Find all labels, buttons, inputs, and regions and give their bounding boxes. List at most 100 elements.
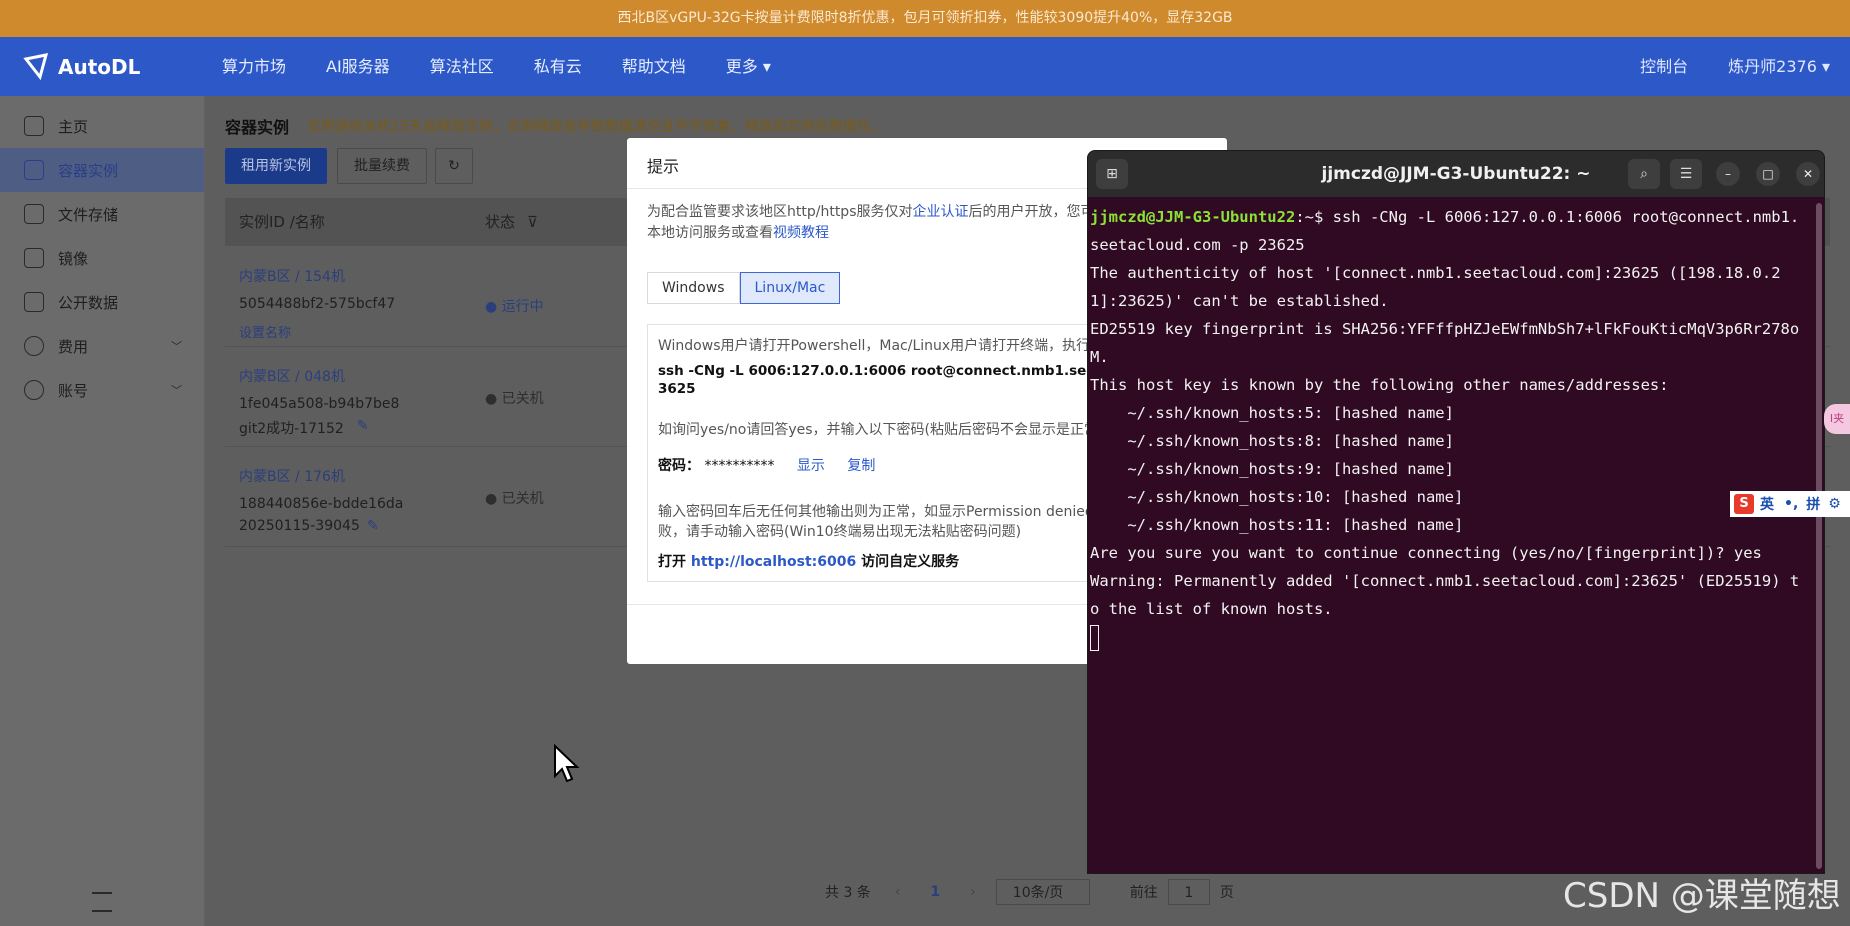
storage-icon [24,204,44,224]
chevron-down-icon: ﹀ [171,340,182,353]
nav-algo-community[interactable]: 算法社区 [430,37,494,96]
autodl-logo[interactable]: AutoDL [22,49,140,85]
edit-icon[interactable]: ✎ [367,518,379,534]
video-tutorial-link[interactable]: 视频教程 [773,225,829,241]
batch-renew-button[interactable]: 批量续费 [337,148,427,184]
open-text: 打开 [658,554,691,570]
dialog-title: 提示 [647,157,680,176]
output-line: The authenticity of host '[connect.nmb1.… [1090,264,1781,310]
maximize-icon[interactable]: □ [1756,162,1780,186]
image-icon [24,248,44,268]
cube-icon [24,160,44,180]
ime-toolbar[interactable]: S 英 •, 拼 ⚙ [1730,491,1850,517]
nav-console[interactable]: 控制台 [1640,37,1688,96]
enterprise-auth-link[interactable]: 企业认证 [913,204,969,220]
ime-punct-icon[interactable]: •, [1784,496,1798,512]
status-badge: ● 已关机 [485,491,544,507]
set-name-link[interactable]: 设置名称 [239,322,291,341]
goto-page-input[interactable]: 1 [1167,879,1210,905]
database-icon [24,292,44,312]
minimize-icon[interactable]: – [1716,162,1740,186]
goto-label: 前往 [1129,885,1158,901]
status-badge: ● 已关机 [485,391,544,407]
terminal-window[interactable]: ⊞ jjmczd@JJM-G3-Ubuntu22: ~ ⌕ ☰ – □ ✕ jj… [1087,150,1825,874]
ime-pinyin[interactable]: 拼 [1806,494,1820,514]
chevron-down-icon: ﹀ [171,384,182,397]
localhost-link[interactable]: http://localhost:6006 [691,554,856,570]
instance-id: 1fe045a508-b94b7be8 [239,396,400,412]
sidebar-label: 公开数据 [58,293,119,312]
open-text: 访问自定义服务 [856,554,960,570]
side-float-badge[interactable]: I夹 [1824,404,1850,434]
output-line: ~/.ssh/known_hosts:5: [hashed name] [1090,404,1454,422]
nav-compute-market[interactable]: 算力市场 [222,37,286,96]
nav-private-cloud[interactable]: 私有云 [534,37,582,96]
nav-help-docs[interactable]: 帮助文档 [622,37,686,96]
output-line: ~/.ssh/known_hosts:11: [hashed name] [1090,516,1464,534]
intro-text: 本地访问服务或查看 [647,225,773,241]
sidebar-item-account[interactable]: 账号 ﹀ [0,368,204,412]
os-tabs: Windows Linux/Mac [647,272,841,304]
note-line: 败，请手动输入密码(Win10终端易出现无法粘贴密码问题) [658,524,1022,540]
nav-more[interactable]: 更多 ▾ [726,37,771,96]
instance-region-link[interactable]: 内蒙B区 / 048机 [239,366,345,386]
output-line: ED25519 key fingerprint is SHA256:YFFffp… [1090,320,1800,366]
instance-name: git2成功-17152 [239,421,344,437]
password-value: ********** [704,458,775,474]
sidebar-item-public-data[interactable]: 公开数据 [0,280,204,324]
sidebar-item-storage[interactable]: 文件存储 [0,192,204,236]
output-line: ~/.ssh/known_hosts:8: [hashed name] [1090,432,1454,450]
next-page-icon[interactable]: › [970,884,976,900]
ime-lang[interactable]: 英 [1760,494,1774,514]
copy-password-link[interactable]: 复制 [847,458,875,474]
tab-windows[interactable]: Windows [647,272,740,304]
ssh-command[interactable]: ssh -CNg -L 6006:127.0.0.1:6006 root@con… [658,363,1152,379]
password-hint: 如询问yes/no请回答yes，并输入以下密码(粘贴后密码不会显示是正常 [658,422,1099,438]
sidebar: 主页 容器实例 文件存储 镜像 公开数据 费用 ﹀ 账号 ﹀ [0,96,205,926]
collapse-sidebar-icon[interactable] [92,892,112,912]
close-icon[interactable]: ✕ [1796,162,1820,186]
prompt-path: :~$ [1295,208,1333,226]
instance-region-link[interactable]: 内蒙B区 / 154机 [239,266,345,286]
total-count: 共 3 条 [825,885,871,901]
home-icon [24,116,44,136]
release-warning: 实例连续关机15天会释放实例，实例释放会导致数据清空且不可恢复，释放前实例在数据… [307,119,885,135]
top-navbar: AutoDL 算力市场 AI服务器 算法社区 私有云 帮助文档 更多 ▾ 控制台… [0,37,1850,96]
logo-icon [23,53,49,81]
sidebar-item-home[interactable]: 主页 [0,104,204,148]
output-line: ~/.ssh/known_hosts:9: [hashed name] [1090,460,1454,478]
nav-ai-server[interactable]: AI服务器 [326,37,390,96]
sidebar-label: 费用 [58,337,89,356]
instance-id: 188440856e-bdde16da [239,496,404,512]
menu-icon[interactable]: ☰ [1670,159,1702,189]
filter-icon[interactable]: ⊽ [527,198,538,246]
sidebar-item-instances[interactable]: 容器实例 [0,148,204,192]
page-size-select[interactable]: 10条/页 [995,879,1090,905]
ssh-command-cont: 3625 [658,381,696,397]
terminal-output[interactable]: jjmczd@JJM-G3-Ubuntu22:~$ ssh -CNg -L 60… [1090,203,1806,651]
terminal-scrollbar[interactable] [1816,203,1822,869]
yuan-icon [24,336,44,356]
tab-linux-mac[interactable]: Linux/Mac [739,272,841,304]
instance-region-link[interactable]: 内蒙B区 / 176机 [239,466,345,486]
show-password-link[interactable]: 显示 [797,458,825,474]
gear-icon[interactable]: ⚙ [1828,496,1841,512]
sidebar-item-billing[interactable]: 费用 ﹀ [0,324,204,368]
rent-new-instance-button[interactable]: 租用新实例 [225,148,327,184]
sidebar-item-images[interactable]: 镜像 [0,236,204,280]
prev-page-icon[interactable]: ‹ [895,884,901,900]
promo-banner[interactable]: 西北B区vGPU-32G卡按量计费限时8折优惠，包月可领折扣券，性能较3090提… [0,0,1850,37]
search-icon[interactable]: ⌕ [1628,159,1660,189]
nav-user-menu[interactable]: 炼丹师2376 ▾ [1728,37,1830,96]
page-number[interactable]: 1 [930,884,940,900]
note-line: 输入密码回车后无任何其他输出则为正常，如显示Permission denied [658,504,1094,520]
edit-icon[interactable]: ✎ [357,418,369,434]
terminal-titlebar[interactable]: ⊞ jjmczd@JJM-G3-Ubuntu22: ~ ⌕ ☰ – □ ✕ [1088,151,1824,197]
output-line: Are you sure you want to continue connec… [1090,544,1762,562]
output-line: Warning: Permanently added '[connect.nmb… [1090,572,1800,618]
password-label: 密码： [658,458,700,474]
pagination: 共 3 条 ‹ 1 › 10条/页 前往 1 页 [825,878,1234,906]
refresh-icon[interactable]: ↻ [435,148,473,184]
sogou-icon[interactable]: S [1734,494,1754,514]
user-icon [24,380,44,400]
